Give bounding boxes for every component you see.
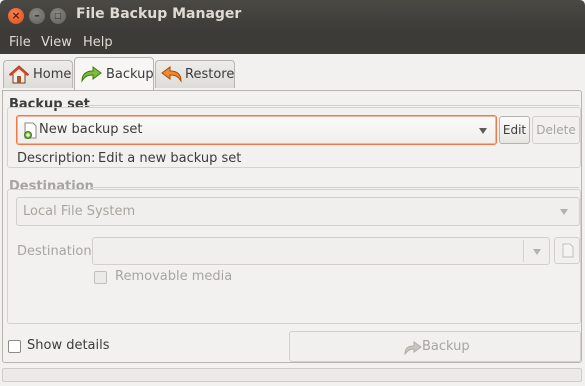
minimize-window-button[interactable]: – bbox=[29, 8, 45, 24]
tab-backup-label: Backup bbox=[106, 67, 154, 82]
menu-help[interactable]: Help bbox=[83, 35, 113, 50]
new-document-icon bbox=[24, 122, 37, 139]
close-window-button[interactable]: × bbox=[8, 8, 24, 24]
destination-type-selected: Local File System bbox=[23, 204, 136, 219]
chevron-down-icon bbox=[479, 128, 487, 134]
chevron-down-icon bbox=[560, 209, 568, 215]
tab-bar: Home Backup Restore bbox=[0, 54, 585, 91]
maximize-window-button[interactable]: □ bbox=[50, 8, 66, 24]
chevron-down-icon bbox=[533, 249, 541, 255]
backup-set-divider bbox=[83, 105, 579, 106]
backup-button[interactable]: Backup bbox=[289, 331, 581, 362]
tab-restore-label: Restore bbox=[185, 67, 235, 82]
destination-divider bbox=[91, 187, 579, 188]
tab-home-label: Home bbox=[33, 67, 72, 82]
destination-path-input[interactable] bbox=[92, 237, 550, 265]
destination-field-label: Destination: bbox=[17, 244, 96, 259]
destination-type-combo[interactable]: Local File System bbox=[16, 197, 580, 226]
menu-view[interactable]: View bbox=[41, 35, 72, 50]
removable-media-checkbox[interactable] bbox=[94, 271, 107, 284]
home-icon bbox=[9, 65, 29, 84]
delete-button[interactable]: Delete bbox=[532, 116, 580, 144]
menu-bar: File View Help bbox=[0, 31, 585, 54]
browse-destination-button[interactable] bbox=[554, 237, 580, 264]
tab-home[interactable]: Home bbox=[3, 60, 73, 88]
edit-button[interactable]: Edit bbox=[499, 116, 530, 144]
title-bar: × – □ File Backup Manager bbox=[0, 0, 585, 31]
backup-tab-panel: Backup set New backup set Edit Delete De… bbox=[2, 90, 582, 363]
backup-arrow-icon bbox=[81, 66, 102, 83]
combo-separator bbox=[523, 240, 524, 262]
show-details-checkbox[interactable] bbox=[8, 340, 21, 353]
removable-media-label: Removable media bbox=[115, 269, 233, 284]
status-bar bbox=[2, 368, 582, 382]
menu-file[interactable]: File bbox=[9, 35, 31, 50]
description-value: Edit a new backup set bbox=[98, 151, 242, 166]
backup-button-label: Backup bbox=[422, 339, 470, 354]
backup-arrow-icon bbox=[404, 341, 422, 355]
backup-set-selected: New backup set bbox=[39, 122, 143, 137]
file-icon bbox=[562, 243, 574, 258]
restore-arrow-icon bbox=[161, 66, 182, 83]
tab-backup[interactable]: Backup bbox=[74, 57, 154, 91]
show-details-label: Show details bbox=[27, 338, 110, 353]
tab-restore[interactable]: Restore bbox=[155, 60, 235, 88]
description-label: Description: bbox=[17, 151, 96, 166]
backup-set-combo[interactable]: New backup set bbox=[16, 115, 497, 145]
window-title: File Backup Manager bbox=[76, 6, 242, 22]
